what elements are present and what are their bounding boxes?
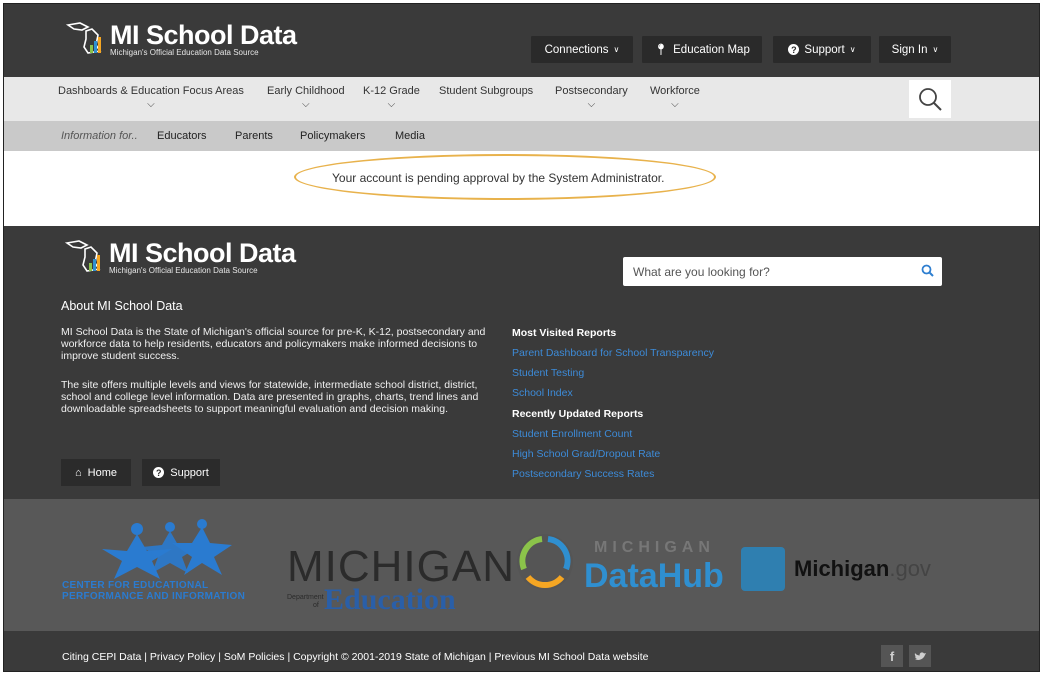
nav-item-label: Student Subgroups bbox=[439, 85, 534, 97]
support-label: Support bbox=[804, 43, 845, 56]
chevron-down-icon: ⌵ bbox=[302, 99, 310, 110]
michigan-outline-icon bbox=[741, 547, 785, 591]
search-button[interactable] bbox=[909, 80, 951, 118]
cepi-line-1: CENTER FOR EDUCATIONAL bbox=[62, 580, 209, 591]
education-map-label: Education Map bbox=[673, 43, 750, 56]
report-link[interactable]: High School Grad/Dropout Rate bbox=[512, 448, 660, 460]
report-link[interactable]: Postsecondary Success Rates bbox=[512, 468, 654, 480]
info-for-label: Information for.. bbox=[61, 130, 138, 142]
audience-subnav: Information for.. Educators Parents Poli… bbox=[4, 121, 1039, 151]
nav-item-early-childhood[interactable]: Early Childhood ⌵ bbox=[267, 85, 345, 110]
logo-title: MI School Data bbox=[110, 20, 297, 50]
connections-button[interactable]: Connections ∨ bbox=[531, 36, 633, 63]
subnav-item-educators[interactable]: Educators bbox=[157, 130, 207, 142]
nav-item-workforce[interactable]: Workforce ⌵ bbox=[650, 85, 700, 110]
mde-education: Education bbox=[324, 583, 456, 616]
about-paragraph-2: The site offers multiple levels and view… bbox=[61, 379, 479, 415]
nav-item-label: K-12 Grade bbox=[363, 85, 420, 97]
chevron-down-icon: ∨ bbox=[613, 45, 620, 54]
search-icon bbox=[919, 88, 942, 111]
footer-search-placeholder: What are you looking for? bbox=[633, 264, 770, 279]
twitter-icon[interactable] bbox=[909, 645, 931, 667]
chevron-down-icon: ∨ bbox=[932, 45, 939, 54]
page-frame: MI School Data Michigan's Official Educa… bbox=[3, 3, 1040, 672]
footer-logo-title: MI School Data bbox=[109, 238, 296, 268]
chevron-down-icon: ⌵ bbox=[387, 99, 396, 110]
question-circle-icon: ? bbox=[788, 44, 800, 55]
support-button[interactable]: ? Support ∨ bbox=[773, 36, 871, 63]
mgov-suffix: .gov bbox=[889, 556, 931, 581]
datahub-word: DataHub bbox=[584, 557, 724, 595]
chevron-down-icon: ⌵ bbox=[147, 99, 155, 110]
pending-approval-message: Your account is pending approval by the … bbox=[332, 171, 665, 185]
site-header: MI School Data Michigan's Official Educa… bbox=[4, 4, 1039, 77]
report-link[interactable]: Student Enrollment Count bbox=[512, 428, 632, 440]
bottom-bar: Citing CEPI Data | Privacy Policy | SoM … bbox=[4, 631, 1039, 671]
footer-search-input[interactable]: What are you looking for? bbox=[623, 257, 942, 286]
nav-item-k12[interactable]: K-12 Grade ⌵ bbox=[363, 85, 420, 110]
datahub-top: MICHIGAN bbox=[594, 539, 715, 556]
nav-item-dashboards[interactable]: Dashboards & Education Focus Areas ⌵ bbox=[58, 85, 244, 110]
sign-in-label: Sign In bbox=[891, 43, 928, 56]
subnav-item-parents[interactable]: Parents bbox=[235, 130, 273, 142]
home-button[interactable]: ⌂ Home bbox=[61, 459, 131, 486]
nav-item-label: Early Childhood bbox=[267, 85, 345, 97]
map-marker-icon: 📍︎ bbox=[654, 44, 669, 56]
chevron-down-icon: ∨ bbox=[849, 45, 856, 54]
mde-of-label: of bbox=[313, 602, 319, 609]
main-nav: Dashboards & Education Focus Areas ⌵ Ear… bbox=[4, 77, 1039, 121]
nav-item-label: Dashboards & Education Focus Areas bbox=[58, 85, 244, 97]
cepi-line-2: PERFORMANCE AND INFORMATION bbox=[62, 591, 246, 602]
partner-logos-band: CENTER FOR EDUCATIONAL PERFORMANCE AND I… bbox=[4, 499, 1039, 631]
home-label: Home bbox=[87, 466, 117, 479]
nav-item-postsecondary[interactable]: Postsecondary ⌵ bbox=[555, 85, 628, 110]
twitter-bird-icon bbox=[914, 651, 926, 660]
chevron-down-icon: ⌵ bbox=[671, 99, 679, 110]
report-link[interactable]: School Index bbox=[512, 387, 573, 399]
footer-logo[interactable]: MI School Data Michigan's Official Educa… bbox=[61, 239, 296, 275]
about-title: About MI School Data bbox=[61, 299, 183, 313]
michigan-logo-icon bbox=[64, 240, 101, 272]
sign-in-button[interactable]: Sign In ∨ bbox=[879, 36, 951, 63]
report-link[interactable]: Student Testing bbox=[512, 367, 584, 379]
home-icon: ⌂ bbox=[75, 466, 82, 479]
support-label: Support bbox=[170, 466, 209, 479]
recent-reports-title: Recently Updated Reports bbox=[512, 408, 644, 420]
facebook-icon[interactable]: f bbox=[881, 645, 903, 667]
chevron-down-icon: ⌵ bbox=[587, 99, 596, 110]
michigan-logo-icon bbox=[65, 22, 102, 54]
nav-item-label: Postsecondary bbox=[555, 85, 628, 97]
mgov-main: Michigan bbox=[794, 556, 890, 581]
subnav-item-policymakers[interactable]: Policymakers bbox=[300, 130, 365, 142]
search-icon[interactable] bbox=[921, 264, 934, 277]
footer-links[interactable]: Citing CEPI Data | Privacy Policy | SoM … bbox=[62, 651, 649, 663]
footer-support-button[interactable]: ? Support bbox=[142, 459, 220, 486]
question-circle-icon: ? bbox=[153, 467, 165, 478]
education-map-button[interactable]: 📍︎ Education Map bbox=[642, 36, 762, 63]
about-paragraph-1: MI School Data is the State of Michigan'… bbox=[61, 326, 486, 362]
most-visited-title: Most Visited Reports bbox=[512, 327, 617, 339]
message-area: Your account is pending approval by the … bbox=[4, 151, 1039, 226]
site-footer: MI School Data Michigan's Official Educa… bbox=[4, 226, 1039, 499]
mde-dept-label: Department bbox=[287, 594, 324, 601]
cepi-figures-icon bbox=[102, 519, 232, 579]
datahub-arrows-icon bbox=[517, 534, 573, 590]
mde-department: Department of bbox=[287, 594, 324, 610]
nav-item-label: Workforce bbox=[650, 85, 700, 97]
report-link[interactable]: Parent Dashboard for School Transparency bbox=[512, 347, 714, 359]
nav-item-student-subgroups[interactable]: Student Subgroups bbox=[439, 85, 533, 97]
connections-label: Connections bbox=[544, 43, 609, 56]
michigan-gov-text: Michigan.gov bbox=[794, 556, 931, 582]
site-logo[interactable]: MI School Data Michigan's Official Educa… bbox=[62, 21, 297, 57]
subnav-item-media[interactable]: Media bbox=[395, 130, 425, 142]
